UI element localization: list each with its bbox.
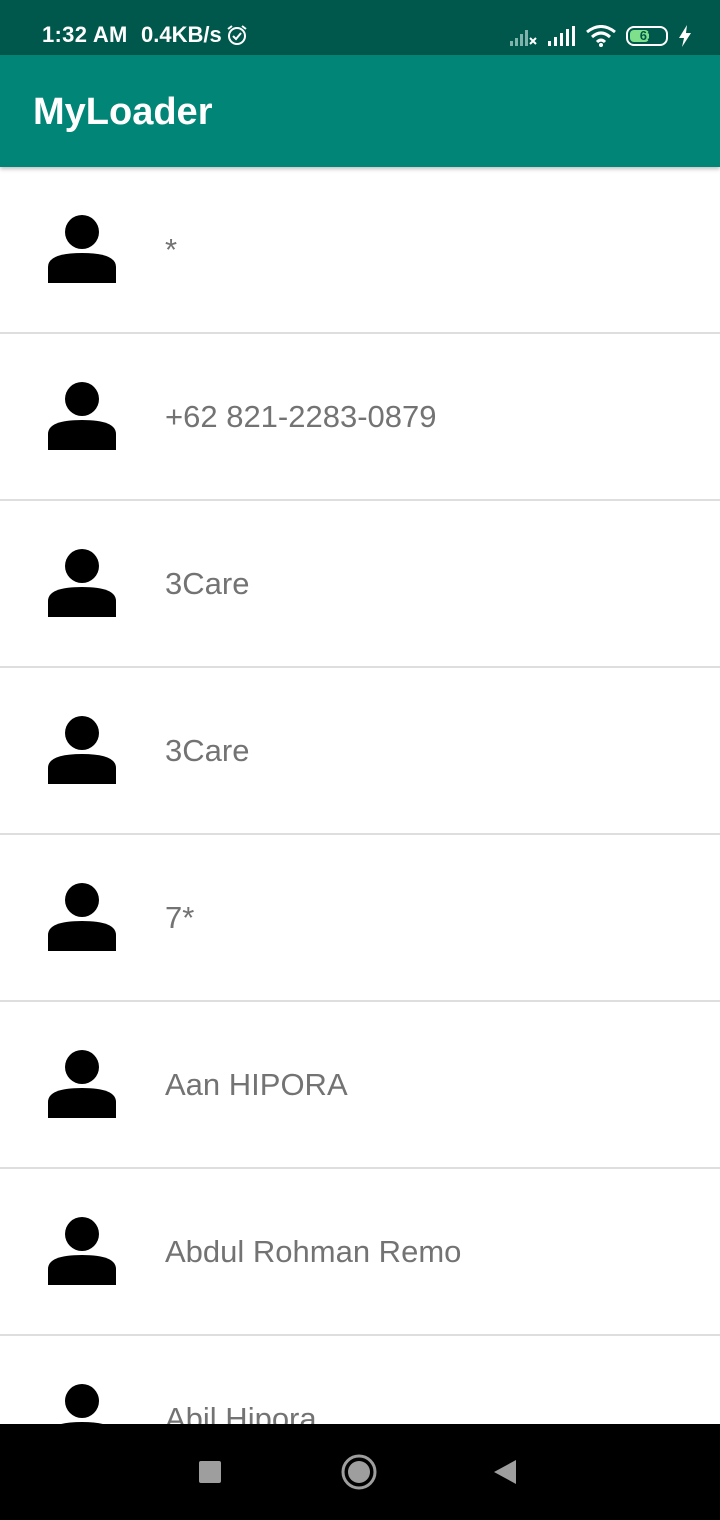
- screen: 1:32 AM 0.4KB/s 61 MyLoader * +62 821-22…: [0, 0, 720, 1520]
- battery-level: 61: [639, 28, 655, 43]
- signal-icon: [548, 26, 575, 46]
- person-icon: [48, 215, 116, 283]
- status-icons: 61: [510, 22, 692, 50]
- contact-name: Abdul Rohman Remo: [165, 1234, 462, 1269]
- battery-icon: 61: [626, 26, 668, 46]
- back-button[interactable]: [486, 1452, 526, 1492]
- contact-list-item[interactable]: *: [0, 167, 720, 334]
- wifi-icon: [586, 25, 616, 47]
- contact-name: 7*: [165, 900, 195, 935]
- person-icon: [48, 382, 116, 450]
- contact-name: 3Care: [165, 566, 250, 601]
- recents-button[interactable]: [190, 1452, 230, 1492]
- person-icon: [48, 883, 116, 951]
- contact-list-item[interactable]: +62 821-2283-0879: [0, 334, 720, 501]
- person-icon: [61, 1384, 103, 1424]
- person-icon: [48, 716, 116, 784]
- no-signal-icon: [510, 30, 537, 46]
- status-bar: 1:32 AM 0.4KB/s 61: [0, 0, 720, 55]
- navigation-bar: [0, 1424, 720, 1520]
- contact-name: +62 821-2283-0879: [165, 399, 437, 434]
- contact-name: Abil Hipora: [165, 1401, 317, 1424]
- status-time: 1:32 AM: [42, 22, 128, 47]
- alarm-icon: [227, 25, 247, 45]
- contact-name: 3Care: [165, 733, 250, 768]
- contact-list[interactable]: * +62 821-2283-0879 3Care 3Care 7* Aan HIPORA…: [0, 167, 720, 1424]
- person-icon: [48, 1050, 116, 1118]
- contact-name: *: [165, 232, 178, 267]
- contact-list-item[interactable]: 3Care: [0, 668, 720, 835]
- contact-list-item[interactable]: 3Care: [0, 501, 720, 668]
- contact-list-item[interactable]: Abil Hipora: [0, 1336, 720, 1424]
- charging-icon: [679, 25, 691, 47]
- contact-name: Aan HIPORA: [165, 1067, 348, 1102]
- contact-list-item[interactable]: Abdul Rohman Remo: [0, 1169, 720, 1336]
- person-icon: [48, 549, 116, 617]
- home-button[interactable]: [339, 1452, 379, 1492]
- contact-list-item[interactable]: 7*: [0, 835, 720, 1002]
- app-bar: MyLoader: [0, 55, 720, 167]
- person-icon: [48, 1217, 116, 1285]
- app-title: MyLoader: [33, 91, 213, 133]
- contact-list-item[interactable]: Aan HIPORA: [0, 1002, 720, 1169]
- network-speed: 0.4KB/s: [141, 22, 222, 47]
